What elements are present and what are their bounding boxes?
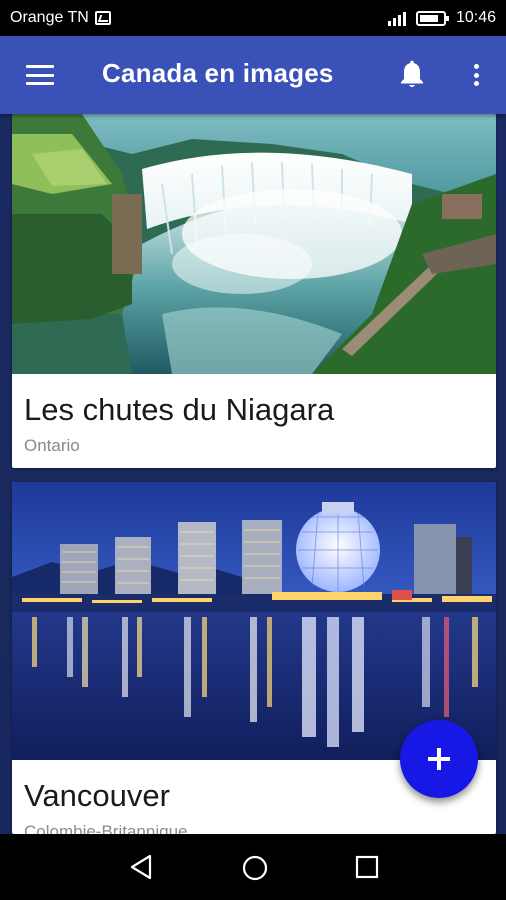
- back-icon[interactable]: [128, 853, 156, 881]
- recent-apps-icon[interactable]: [355, 855, 379, 879]
- vancouver-skyline-photo: [12, 482, 496, 760]
- status-bar: Orange TN 10:46: [0, 0, 506, 36]
- image-icon: [94, 11, 111, 25]
- card-title: Vancouver: [24, 778, 170, 813]
- card-title: Les chutes du Niagara: [24, 392, 335, 427]
- home-icon[interactable]: [241, 854, 269, 882]
- system-navigation-bar: [0, 834, 506, 900]
- clock-time: 10:46: [455, 9, 496, 26]
- card-subtitle: Ontario: [24, 436, 80, 455]
- place-card-niagara[interactable]: Les chutes du Niagara Ontario: [12, 114, 496, 468]
- app-bar: Canada en images: [0, 36, 506, 114]
- hamburger-menu-icon[interactable]: [26, 65, 54, 85]
- more-vert-icon[interactable]: [466, 61, 486, 89]
- status-left: Orange TN: [10, 9, 111, 27]
- add-fab-button[interactable]: [400, 720, 478, 798]
- app-title: Canada en images: [102, 58, 334, 88]
- plus-icon: [428, 748, 450, 770]
- niagara-falls-photo: [12, 114, 496, 374]
- card-subtitle: Colombie-Britannique: [24, 822, 188, 834]
- signal-icon: [387, 10, 406, 26]
- bell-icon[interactable]: [398, 60, 426, 90]
- carrier-label: Orange TN: [10, 9, 89, 26]
- status-right: 10:46: [387, 9, 496, 27]
- battery-icon: [415, 10, 449, 26]
